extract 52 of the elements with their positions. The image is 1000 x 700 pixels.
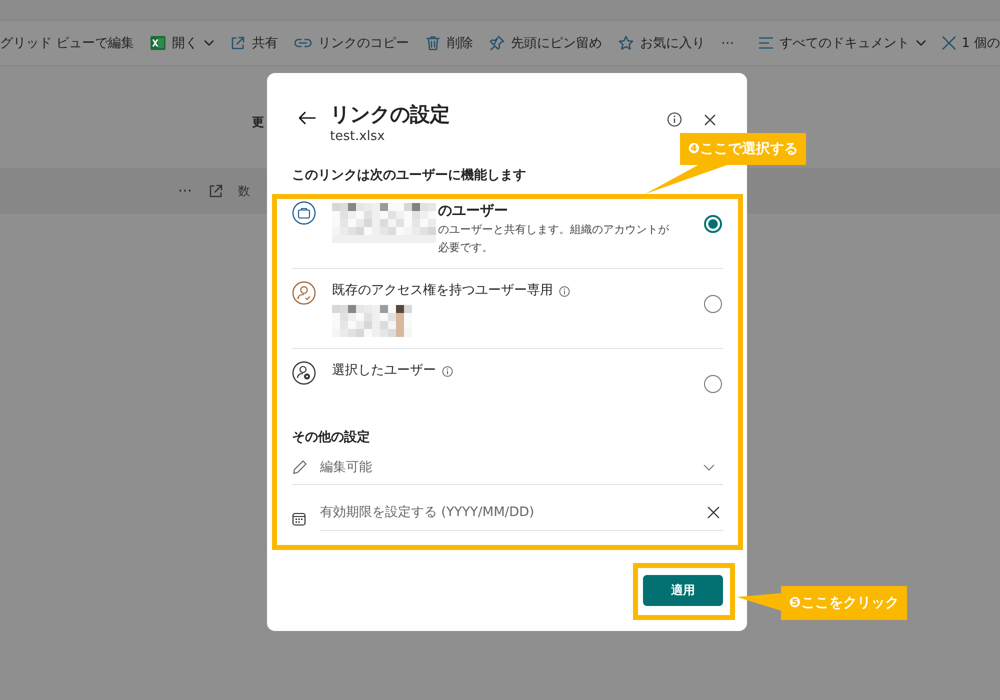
caret-icon <box>916 40 926 46</box>
person-gear-icon <box>292 361 316 385</box>
pin-icon <box>489 35 506 51</box>
close-icon <box>707 506 720 519</box>
apply-button[interactable]: 適用 <box>643 575 723 606</box>
close-icon <box>942 36 956 50</box>
toolbar-button[interactable]: 共有 <box>224 30 284 56</box>
star-icon <box>618 35 634 51</box>
trash-icon <box>425 35 442 51</box>
toolbar-button[interactable]: 開く <box>144 30 220 56</box>
back-button[interactable] <box>298 111 316 125</box>
close-button[interactable] <box>704 114 716 126</box>
caret-icon <box>204 40 214 46</box>
person-check-icon <box>292 281 316 305</box>
radio-button[interactable] <box>704 295 722 313</box>
briefcase-icon <box>292 201 316 225</box>
back-arrow-icon <box>298 111 316 125</box>
toolbar-button[interactable]: 削除 <box>419 30 480 56</box>
toolbar-button[interactable]: すべてのドキュメント <box>752 30 932 56</box>
option-title: のユーザー <box>438 202 508 221</box>
toolbar-button[interactable]: リンクのコピー <box>288 30 416 56</box>
spreadsheet-icon <box>150 35 166 51</box>
dialog-title: リンクの設定 <box>330 101 451 127</box>
callout-label: ❹ここで選択する <box>680 133 806 165</box>
chevron-icon <box>703 464 715 470</box>
more-button[interactable]: ⋯ <box>176 181 194 201</box>
close-icon <box>704 114 716 126</box>
toolbar-button[interactable]: お気に入り <box>612 30 712 56</box>
page-text: 更 <box>252 114 264 130</box>
info-icon <box>667 112 682 127</box>
list-icon <box>758 35 774 51</box>
permission-dropdown[interactable]: 編集可能 <box>292 452 723 485</box>
radio-button[interactable] <box>704 215 722 233</box>
option-description: のユーザーと共有します。組織のアカウントが必要です。 <box>438 222 670 256</box>
radio-button[interactable] <box>704 375 722 393</box>
toolbar-button[interactable]: ⋯ <box>715 32 740 54</box>
option-title: 選択したユーザー <box>332 362 436 380</box>
command-label: 数 <box>238 182 250 200</box>
share-icon <box>230 35 246 51</box>
file-name: test.xlsx <box>330 129 386 144</box>
date-field[interactable]: 有効期限を設定する (YYYY/MM/DD) <box>320 505 695 520</box>
option-title: 既存のアクセス権を持つユーザー専用 <box>332 282 553 300</box>
toolbar-button[interactable]: 1 個の <box>936 30 1000 56</box>
section-heading: このリンクは次のユーザーに機能します <box>292 167 526 184</box>
section-heading: その他の設定 <box>292 428 370 446</box>
toolbar-button[interactable]: グリッド ビューで編集 <box>0 30 140 56</box>
pencil-icon <box>292 459 308 475</box>
clear-button[interactable] <box>707 506 720 519</box>
share-icon <box>208 183 224 199</box>
toolbar-button[interactable]: 先頭にピン留め <box>483 30 608 56</box>
info-button[interactable] <box>667 112 682 127</box>
calendar-icon <box>292 512 306 526</box>
